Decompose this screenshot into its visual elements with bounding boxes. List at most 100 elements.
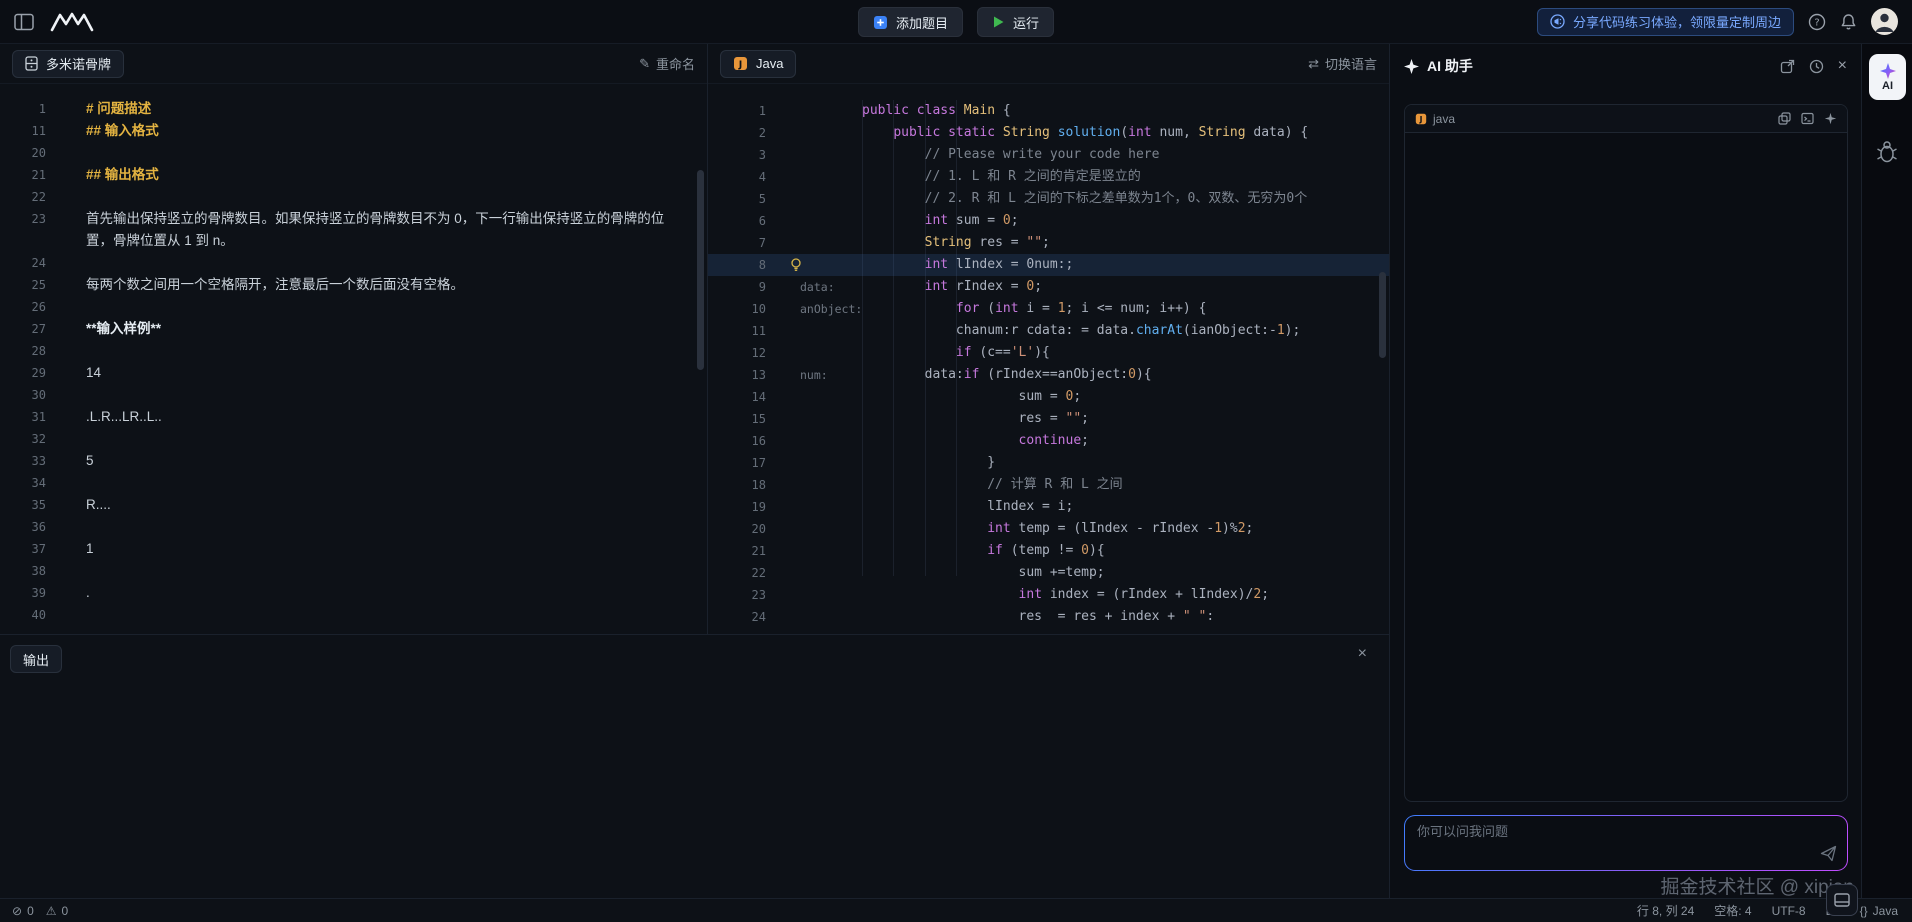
markdown-line[interactable]: 38 <box>0 560 707 582</box>
editor-code-line[interactable]: 5 // 2. R 和 L 之间的下标之差单数为1个，0、双数、无穷为0个 <box>708 188 1389 210</box>
markdown-line[interactable]: 26 <box>0 296 707 318</box>
markdown-line[interactable]: 20 <box>0 142 707 164</box>
language-tab-java[interactable]: J Java <box>720 50 796 78</box>
close-icon[interactable]: × <box>1358 645 1367 663</box>
insert-code-icon[interactable] <box>1801 112 1814 125</box>
quickfix-lightbulb-icon[interactable] <box>790 258 802 272</box>
markdown-line[interactable]: 11 ## 输入格式 <box>0 120 707 142</box>
warnings-indicator[interactable]: ⚠ 0 <box>46 904 68 918</box>
editor-gutter-gap <box>766 540 862 562</box>
editor-code-line[interactable]: 3 // Please write your code here <box>708 144 1389 166</box>
editor-code-line[interactable]: 1 public class Main { <box>708 100 1389 122</box>
problem-tab[interactable]: 多米诺骨牌 <box>12 50 124 78</box>
send-icon[interactable] <box>1820 845 1837 862</box>
markdown-line[interactable]: 32 <box>0 428 707 450</box>
output-panel: 输出 × <box>0 634 1389 898</box>
markdown-line[interactable]: 31 .L.R...LR..L.. <box>0 406 707 428</box>
editor-code-line[interactable]: 10 anObject: for (int i = 1; i <= num; i… <box>708 298 1389 320</box>
editor-code-line[interactable]: 6 int sum = 0; <box>708 210 1389 232</box>
editor-code-line[interactable]: 23 int index = (rIndex + lIndex)/2; <box>708 584 1389 606</box>
sidebar-toggle-icon[interactable] <box>14 13 34 31</box>
markdown-line[interactable]: 39 . <box>0 582 707 604</box>
problem-scrollbar[interactable] <box>697 170 704 370</box>
indentation-setting[interactable]: 空格: 4 <box>1714 902 1751 919</box>
editor-code-line[interactable]: 7 String res = ""; <box>708 232 1389 254</box>
language-mode-label: Java <box>1873 904 1898 918</box>
run-button[interactable]: 运行 <box>977 7 1054 37</box>
editor-code-line[interactable]: 18 // 计算 R 和 L 之间 <box>708 474 1389 496</box>
markdown-line[interactable]: 36 <box>0 516 707 538</box>
domino-icon <box>25 56 38 71</box>
markdown-line[interactable]: 22 <box>0 186 707 208</box>
markdown-line[interactable]: 34 <box>0 472 707 494</box>
markdown-line[interactable]: 29 14 <box>0 362 707 384</box>
user-avatar[interactable] <box>1871 8 1898 35</box>
add-question-button[interactable]: 添加题目 <box>858 7 963 37</box>
editor-code-line[interactable]: 14 sum = 0; <box>708 386 1389 408</box>
code-text: chanum:r cdata: = data.charAt(ianObject:… <box>862 320 1389 342</box>
markdown-line[interactable]: 25 每两个数之间用一个空格隔开，注意最后一个数后面没有空格。 <box>0 274 707 296</box>
editor-code-line[interactable]: 20 int temp = (lIndex - rIndex -1)%2; <box>708 518 1389 540</box>
magic-wand-icon[interactable] <box>1824 112 1837 125</box>
markdown-text <box>86 428 707 450</box>
code-text: // 计算 R 和 L 之间 <box>862 474 1389 496</box>
markdown-line[interactable]: 24 <box>0 252 707 274</box>
markdown-line[interactable]: 1 # 问题描述 <box>0 98 707 120</box>
editor-code-line[interactable]: 17 } <box>708 452 1389 474</box>
editor-code-line[interactable]: 13 num: data:if (rIndex==anObject:0){ <box>708 364 1389 386</box>
ai-code-block: J java <box>1404 104 1848 802</box>
open-in-window-icon[interactable] <box>1780 59 1795 74</box>
line-number: 18 <box>708 474 766 496</box>
editor-code-line[interactable]: 9 data: int rIndex = 0; <box>708 276 1389 298</box>
markdown-text: 5 <box>86 450 707 472</box>
markdown-line[interactable]: 30 <box>0 384 707 406</box>
promo-banner[interactable]: 分享代码练习体验，领限量定制周边 <box>1537 8 1794 36</box>
encoding-setting[interactable]: UTF-8 <box>1772 904 1806 918</box>
output-title: 输出 <box>23 650 49 669</box>
editor-code-line[interactable]: 12 if (c=='L'){ <box>708 342 1389 364</box>
notification-bell-icon[interactable] <box>1840 13 1857 31</box>
markdown-line[interactable]: 23 首先输出保持竖立的骨牌数目。如果保持竖立的骨牌数目不为 0，下一行输出保持… <box>0 208 707 252</box>
editor-code-line[interactable]: 16 continue; <box>708 430 1389 452</box>
code-block-language: java <box>1433 112 1455 126</box>
markdown-line[interactable]: 35 R.... <box>0 494 707 516</box>
warning-count: 0 <box>62 904 69 918</box>
editor-code-line[interactable]: 15 res = ""; <box>708 408 1389 430</box>
markdown-text <box>86 142 707 164</box>
editor-code-line[interactable]: 24 res = res + index + " ": <box>708 606 1389 628</box>
close-icon[interactable]: × <box>1838 57 1847 75</box>
editor-code-line[interactable]: 19 lIndex = i; <box>708 496 1389 518</box>
markdown-line[interactable]: 37 1 <box>0 538 707 560</box>
line-number: 28 <box>0 340 46 362</box>
ai-chat-input-box <box>1404 815 1848 871</box>
copy-icon[interactable] <box>1778 112 1791 125</box>
editor-code-line[interactable]: 2 public static String solution(int num,… <box>708 122 1389 144</box>
help-icon[interactable]: ? <box>1808 13 1826 31</box>
markdown-line[interactable]: 33 5 <box>0 450 707 472</box>
ai-rail-button[interactable]: AI <box>1869 54 1906 100</box>
extension-icon[interactable] <box>1876 140 1898 164</box>
editor-code-line[interactable]: 21 if (temp != 0){ <box>708 540 1389 562</box>
rename-button[interactable]: ✎ 重命名 <box>639 54 695 73</box>
editor-code-line[interactable]: 11 chanum:r cdata: = data.charAt(ianObje… <box>708 320 1389 342</box>
floating-panel-button[interactable] <box>1826 884 1858 916</box>
markdown-line[interactable]: 28 <box>0 340 707 362</box>
ai-chat-input[interactable] <box>1417 824 1797 839</box>
line-number: 2 <box>708 122 766 144</box>
editor-scrollbar[interactable] <box>1379 272 1386 358</box>
markdown-line[interactable]: 27 **输入样例** <box>0 318 707 340</box>
markdown-line[interactable]: 21 ## 输出格式 <box>0 164 707 186</box>
editor-code-line[interactable]: 22 sum +=temp; <box>708 562 1389 584</box>
code-editor-panel: J Java ⇄ 切换语言 1 public class Main { 2 pu… <box>707 44 1389 634</box>
markdown-line[interactable]: 40 <box>0 604 707 626</box>
output-tab[interactable]: 输出 <box>10 645 62 673</box>
errors-indicator[interactable]: ⊘ 0 <box>12 904 34 918</box>
history-icon[interactable] <box>1809 59 1824 74</box>
language-mode[interactable]: {} Java <box>1860 904 1898 918</box>
code-text: int lIndex = 0num:; <box>862 254 1389 276</box>
cursor-position[interactable]: 行 8, 列 24 <box>1637 902 1694 919</box>
editor-code-line[interactable]: 8 int lIndex = 0num:; <box>708 254 1389 276</box>
switch-language-button[interactable]: ⇄ 切换语言 <box>1308 54 1377 73</box>
code-text: } <box>862 452 1389 474</box>
editor-code-line[interactable]: 4 // 1. L 和 R 之间的肯定是竖立的 <box>708 166 1389 188</box>
